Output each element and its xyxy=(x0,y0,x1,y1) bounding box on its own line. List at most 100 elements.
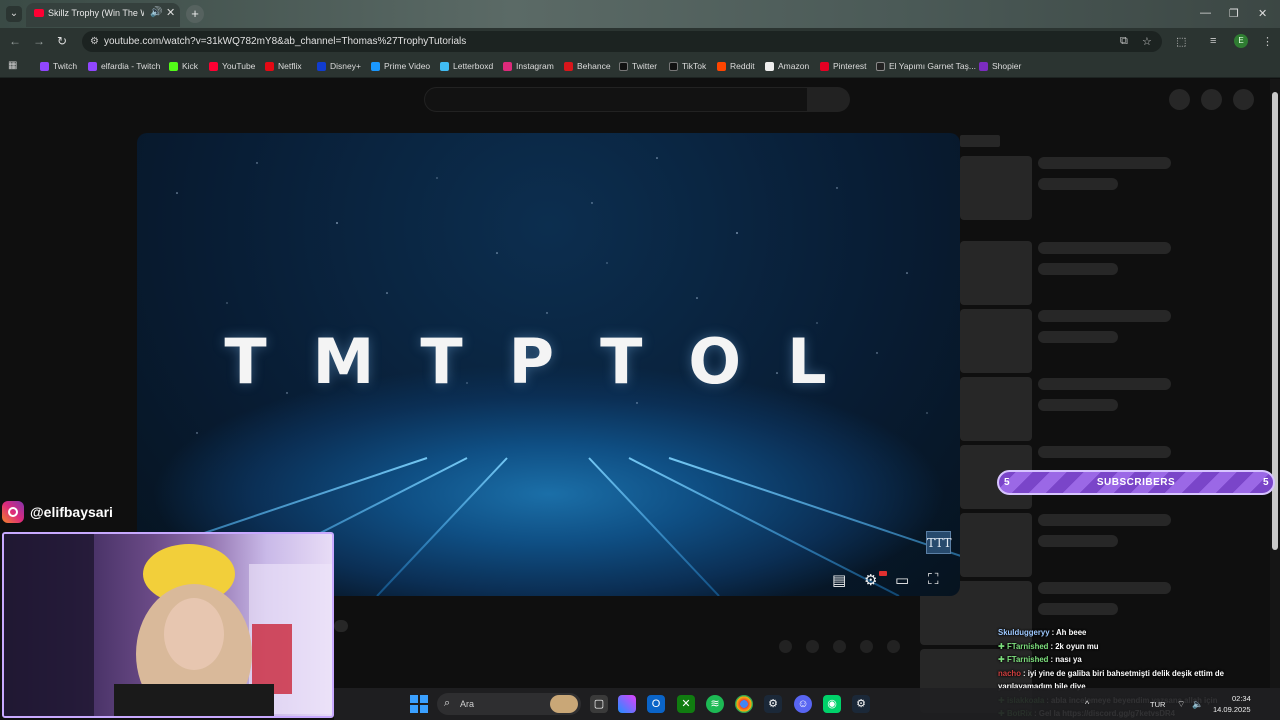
window-close-icon[interactable]: ✕ xyxy=(1258,7,1267,20)
bookmark-disney[interactable]: Disney+ xyxy=(317,60,361,72)
forward-arrow-icon[interactable]: → xyxy=(33,34,45,48)
skeleton-line xyxy=(1038,310,1171,322)
create-icon[interactable] xyxy=(1169,89,1190,110)
bookmark-pinterest[interactable]: Pinterest xyxy=(820,60,867,72)
bookmark-instagram[interactable]: Instagram xyxy=(503,60,554,72)
language-indicator[interactable]: TUR xyxy=(1150,700,1165,709)
copilot-icon[interactable] xyxy=(618,695,636,713)
volume-icon[interactable]: 🔈 xyxy=(1192,699,1203,710)
clock-time[interactable]: 02:34 xyxy=(1232,694,1251,703)
tab-search-chevron-icon[interactable]: ⌄ xyxy=(6,6,22,22)
restore-icon[interactable]: ❐ xyxy=(1229,7,1239,20)
back-arrow-icon[interactable]: ← xyxy=(9,34,21,48)
xbox-icon[interactable]: ✕ xyxy=(677,695,695,713)
bookmark-shopier[interactable]: Shopier xyxy=(979,60,1021,72)
kebab-menu-icon[interactable]: ⋮ xyxy=(1262,35,1273,48)
bookmark-elfardia-twitch[interactable]: elfardia - Twitch xyxy=(88,60,160,72)
notifications-icon[interactable] xyxy=(1201,89,1222,110)
bookmark-prime-video[interactable]: Prime Video xyxy=(371,60,430,72)
site-info-icon[interactable]: ⚙ xyxy=(90,36,99,47)
bookmark-amazon[interactable]: Amazon xyxy=(765,60,809,72)
url-text: youtube.com/watch?v=31kWQ782mY8&ab_chann… xyxy=(104,36,467,47)
subtitles-icon[interactable]: ▤ xyxy=(832,571,846,589)
wifi-icon[interactable]: ⌔ xyxy=(1177,699,1185,710)
steam-icon[interactable]: ⚙ xyxy=(764,695,782,713)
clock-date[interactable]: 14.09.2025 xyxy=(1213,705,1251,714)
close-tab-icon[interactable]: ✕ xyxy=(166,6,175,19)
reload-icon[interactable]: ↻ xyxy=(57,34,67,48)
skeleton-thumbnail xyxy=(960,156,1032,220)
skeleton-action-dot xyxy=(887,640,900,653)
skeleton-action-dot xyxy=(806,640,819,653)
settings-gear-icon[interactable]: ⚙ xyxy=(864,571,877,589)
bookmark-behance[interactable]: Behance xyxy=(564,60,611,72)
bookmark-youtube[interactable]: YouTube xyxy=(209,60,255,72)
search-button[interactable] xyxy=(808,87,850,112)
apps-grid-icon[interactable]: ▦ xyxy=(8,60,17,71)
minimize-icon[interactable]: — xyxy=(1200,7,1211,19)
theater-mode-icon[interactable]: ▭ xyxy=(895,571,909,589)
subscriber-goal: 5 xyxy=(1263,477,1269,488)
instagram-overlay: @elifbaysari xyxy=(2,501,113,523)
bookmark-star-icon[interactable]: ☆ xyxy=(1142,35,1152,48)
profile-avatar[interactable]: E xyxy=(1234,34,1248,48)
webcam-scene xyxy=(4,534,332,716)
video-player[interactable]: TMTPTOL TTT ▤ ⚙ ▭ ⛶ xyxy=(137,133,960,596)
windows-start-icon[interactable] xyxy=(410,695,428,713)
instagram-icon xyxy=(2,501,24,523)
video-title-text: TMTPTOL xyxy=(224,325,873,398)
bookmark-tiktok[interactable]: TikTok xyxy=(669,60,706,72)
steam-alt-icon[interactable]: ⚙ xyxy=(852,695,870,713)
chat-text: nası ya xyxy=(1055,655,1082,664)
discord-icon[interactable]: ☺ xyxy=(794,695,812,713)
skeleton-line xyxy=(1038,331,1118,343)
speaker-icon[interactable]: 🔊 xyxy=(150,7,162,18)
tray-chevron-icon[interactable]: ^ xyxy=(1085,699,1089,709)
bookmark-netflix[interactable]: Netflix xyxy=(265,60,302,72)
skeleton-action-dot xyxy=(833,640,846,653)
skeleton-line xyxy=(1038,582,1171,594)
account-avatar[interactable] xyxy=(1233,89,1254,110)
fullscreen-icon[interactable]: ⛶ xyxy=(928,571,939,588)
skeleton-line xyxy=(1038,535,1118,547)
outlook-icon[interactable]: O xyxy=(647,695,665,713)
search-highlight-icon[interactable] xyxy=(550,695,578,713)
bookmark-letterboxd[interactable]: Letterboxd xyxy=(440,60,493,72)
skeleton-line xyxy=(1038,178,1118,190)
taskbar-search-label: Ara xyxy=(460,699,475,709)
media-controls-icon[interactable]: ≡ xyxy=(1210,35,1216,47)
search-input[interactable] xyxy=(424,87,808,112)
skeleton-thumbnail xyxy=(960,309,1032,373)
hd-badge xyxy=(879,571,887,576)
chat-text: 2k oyun mu xyxy=(1055,641,1099,651)
skeleton-chip xyxy=(960,135,1000,147)
channel-watermark[interactable]: TTT xyxy=(926,531,951,554)
skeleton-line xyxy=(1038,603,1118,615)
chat-username: FTarnished xyxy=(1007,641,1049,651)
chat-username: FTarnished xyxy=(1007,655,1049,664)
bookmark-kick[interactable]: Kick xyxy=(169,60,198,72)
chat-message: Skulduggeryy: Ah beee xyxy=(998,626,1273,640)
chrome-icon[interactable] xyxy=(735,695,753,713)
chat-text: Ah beee xyxy=(1056,628,1087,637)
bookmark-reddit[interactable]: Reddit xyxy=(717,60,755,72)
bookmark-twitch[interactable]: Twitch xyxy=(40,60,77,72)
skeleton-thumbnail xyxy=(960,241,1032,305)
skeleton-line xyxy=(1038,242,1171,254)
youtube-favicon-icon xyxy=(34,9,44,17)
task-view-icon[interactable]: ▢ xyxy=(590,695,608,713)
new-tab-button[interactable]: + xyxy=(186,5,204,23)
extensions-icon[interactable]: ⬚ xyxy=(1176,35,1186,48)
cast-icon[interactable]: ⧉ xyxy=(1120,35,1128,48)
skeleton-line xyxy=(334,620,348,632)
skeleton-line xyxy=(1038,446,1171,458)
webcam-overlay xyxy=(2,532,334,718)
bookmark-twitter[interactable]: Twitter xyxy=(619,60,657,72)
skeleton-line xyxy=(1038,263,1118,275)
spotify-icon[interactable]: ≋ xyxy=(706,695,724,713)
chat-message: ✚ FTarnished: 2k oyun mu xyxy=(998,640,1273,654)
chat-badge-icon: ✚ xyxy=(998,641,1005,651)
chat-badge-icon: ✚ xyxy=(998,655,1005,664)
bookmark-garnet[interactable]: El Yapımı Garnet Taş... xyxy=(876,60,976,72)
obs-icon[interactable]: ◉ xyxy=(823,695,841,713)
